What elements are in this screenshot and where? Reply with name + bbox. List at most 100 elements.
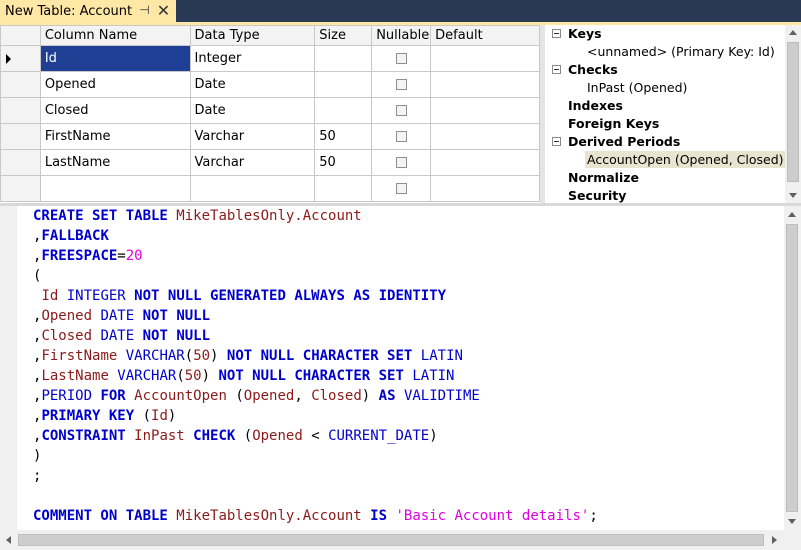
code-token: )	[33, 448, 42, 464]
tree-checks[interactable]: Checks	[568, 61, 618, 78]
cell-data-type[interactable]: Integer	[189, 45, 316, 72]
cell-column-name[interactable]: Id	[39, 45, 191, 72]
tree-security[interactable]: Security	[568, 187, 626, 203]
cell-size[interactable]	[314, 97, 373, 124]
row-header[interactable]	[0, 175, 41, 202]
row-header[interactable]	[0, 45, 41, 72]
pin-icon[interactable]: ⊣	[137, 3, 152, 18]
collapse-keys-icon[interactable]	[552, 29, 561, 38]
code-token: ;	[589, 508, 598, 524]
cell-size[interactable]	[314, 175, 373, 202]
tree-primary-key[interactable]: <unnamed> (Primary Key: Id)	[587, 43, 775, 60]
editor-vscroll-thumb[interactable]	[786, 224, 798, 512]
cell-size[interactable]: 50	[314, 123, 373, 150]
nullable-checkbox[interactable]	[395, 53, 407, 64]
row-header[interactable]	[0, 149, 41, 176]
tree-check-inpast[interactable]: InPast (Opened)	[587, 79, 687, 96]
table-row[interactable]: LastName Varchar 50	[0, 149, 540, 176]
table-row[interactable]	[0, 175, 540, 202]
tab-title: New Table: Account	[5, 4, 133, 19]
nullable-checkbox[interactable]	[395, 157, 407, 168]
code-line: ;	[33, 466, 598, 486]
column-header-type[interactable]: Data Type	[189, 25, 316, 46]
cell-size[interactable]	[314, 71, 373, 98]
tree-normalize[interactable]: Normalize	[568, 169, 639, 186]
code-token: FALLBACK	[41, 228, 109, 244]
column-header-name[interactable]: Column Name	[39, 25, 191, 46]
scroll-right-icon[interactable]	[766, 532, 782, 548]
cell-column-name[interactable]: Opened	[39, 71, 191, 98]
cell-default[interactable]	[430, 45, 540, 72]
code-token: IS	[370, 508, 396, 524]
collapse-derived-periods-icon[interactable]	[552, 137, 561, 146]
collapse-checks-icon[interactable]	[552, 65, 561, 74]
editor-scroll-down-icon[interactable]	[784, 513, 800, 529]
editor-scroll-up-icon[interactable]	[784, 207, 800, 223]
current-row-arrow-icon	[6, 54, 11, 64]
column-header-default[interactable]: Default	[430, 25, 540, 46]
nullable-checkbox[interactable]	[395, 131, 407, 142]
cell-column-name[interactable]: Closed	[39, 97, 191, 124]
table-row[interactable]: Closed Date	[0, 97, 540, 124]
code-token: 20	[125, 248, 143, 264]
row-header[interactable]	[0, 97, 41, 124]
columns-table: Column Name Data Type Size Nullable Defa…	[0, 25, 540, 202]
code-token: FOR	[100, 388, 135, 404]
tree-scroll-thumb[interactable]	[787, 42, 799, 182]
table-row[interactable]: Id Integer	[0, 45, 540, 72]
cell-column-name[interactable]: FirstName	[39, 123, 191, 150]
code-token: AccountOpen	[134, 388, 236, 404]
row-header[interactable]	[0, 71, 41, 98]
nullable-checkbox[interactable]	[395, 105, 407, 116]
cell-data-type[interactable]: Date	[189, 71, 316, 98]
tree-foreign-keys[interactable]: Foreign Keys	[568, 115, 659, 132]
column-header-nullable[interactable]: Nullable	[371, 25, 432, 46]
cell-nullable	[371, 45, 432, 72]
editor-hscroll-thumb[interactable]	[18, 534, 764, 546]
code-line: )	[33, 446, 598, 466]
cell-size[interactable]: 50	[314, 149, 373, 176]
table-row[interactable]: Opened Date	[0, 71, 540, 98]
column-header-size[interactable]: Size	[314, 25, 373, 46]
editor-horizontal-scrollbar[interactable]	[0, 530, 784, 550]
sql-editor[interactable]: CREATE SET TABLE MikeTablesOnly.Account,…	[0, 206, 784, 530]
table-row[interactable]: FirstName Varchar 50	[0, 123, 540, 150]
tree-keys[interactable]: Keys	[568, 25, 602, 42]
code-token: 50	[193, 348, 211, 364]
close-icon[interactable]: ✕	[156, 3, 171, 19]
cell-column-name[interactable]: LastName	[39, 149, 191, 176]
row-header[interactable]	[0, 123, 41, 150]
scroll-up-icon[interactable]	[785, 25, 801, 41]
code-line: ,FALLBACK	[33, 226, 598, 246]
document-tab-strip: New Table: Account ⊣ ✕	[0, 0, 801, 22]
code-token: PRIMARY KEY	[41, 408, 143, 424]
editor-vertical-scrollbar[interactable]	[784, 206, 801, 530]
code-token: NOT NULL	[142, 308, 211, 324]
cell-column-name[interactable]	[39, 175, 191, 202]
cell-default[interactable]	[430, 123, 540, 150]
code-token: LATIN	[412, 368, 455, 384]
tree-vertical-scrollbar[interactable]	[785, 25, 801, 203]
nullable-checkbox[interactable]	[395, 183, 407, 194]
scroll-left-icon[interactable]	[1, 532, 17, 548]
cell-default[interactable]	[430, 97, 540, 124]
cell-size[interactable]	[314, 45, 373, 72]
cell-data-type[interactable]: Date	[189, 97, 316, 124]
document-tab[interactable]: New Table: Account ⊣ ✕	[0, 0, 176, 22]
sql-code[interactable]: CREATE SET TABLE MikeTablesOnly.Account,…	[33, 206, 598, 526]
code-token: )	[429, 428, 438, 444]
cell-data-type[interactable]: Varchar	[189, 123, 316, 150]
tree-derived-accountopen[interactable]: AccountOpen (Opened, Closed)	[585, 151, 785, 168]
tree-derived-periods[interactable]: Derived Periods	[568, 133, 680, 150]
cell-data-type[interactable]	[189, 175, 316, 202]
cell-default[interactable]	[430, 175, 540, 202]
cell-nullable	[371, 175, 432, 202]
tree-indexes[interactable]: Indexes	[568, 97, 623, 114]
cell-default[interactable]	[430, 149, 540, 176]
nullable-checkbox[interactable]	[395, 79, 407, 90]
scroll-down-icon[interactable]	[785, 187, 801, 203]
cell-data-type[interactable]: Varchar	[189, 149, 316, 176]
cell-default[interactable]	[430, 71, 540, 98]
code-line: ,FirstName VARCHAR(50) NOT NULL CHARACTE…	[33, 346, 598, 366]
code-token: COMMENT ON TABLE	[33, 508, 177, 524]
